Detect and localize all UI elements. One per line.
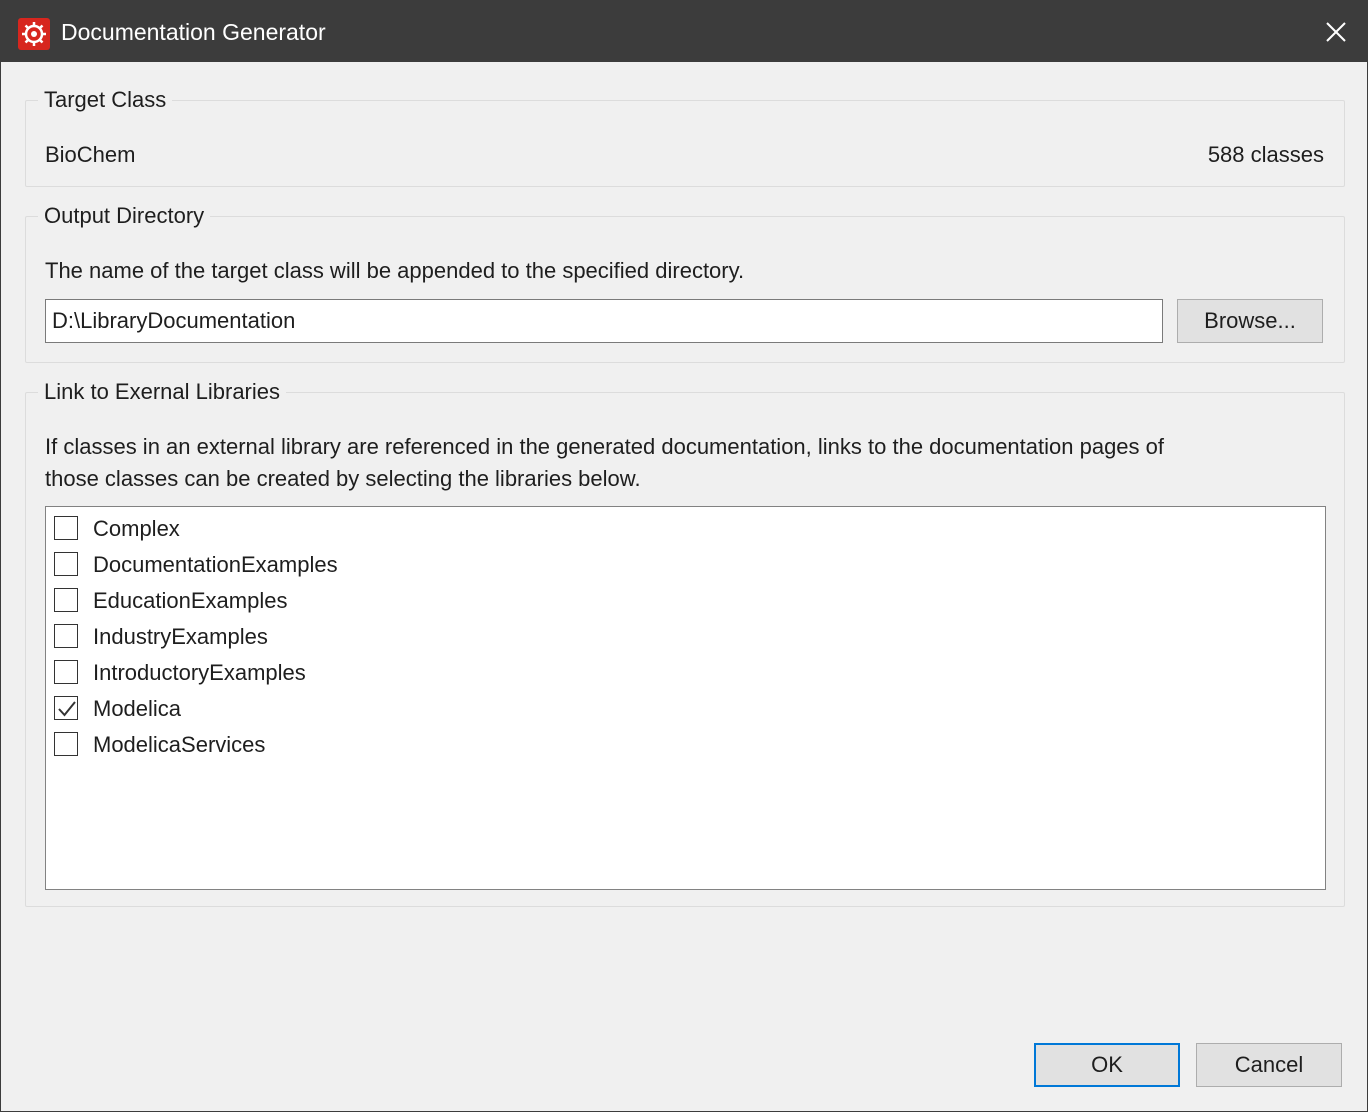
external-libraries-description-line2: those classes can be created by selectin… [45,466,641,491]
list-item-label: EducationExamples [93,588,288,613]
checkbox[interactable] [54,624,78,648]
target-class-name: BioChem [45,142,136,167]
checkbox[interactable] [54,660,78,684]
close-button[interactable] [1317,13,1355,51]
external-libraries-group: Link to Exernal Libraries If classes in … [25,378,1345,907]
target-class-group: Target Class BioChem 588 classes [25,86,1345,187]
modelica-app-icon [18,18,50,50]
output-directory-legend: Output Directory [38,202,211,230]
browse-button[interactable]: Browse... [1177,299,1323,343]
list-item-label: IndustryExamples [93,624,268,649]
output-directory-input[interactable] [45,299,1163,343]
cancel-button[interactable]: Cancel [1196,1043,1342,1087]
target-class-legend: Target Class [38,86,173,114]
external-libraries-legend: Link to Exernal Libraries [38,378,287,406]
checkbox[interactable] [54,588,78,612]
title-bar: Documentation Generator [1,1,1367,62]
checkbox[interactable] [54,696,78,720]
list-item-label: Complex [93,516,180,541]
list-item-label: DocumentationExamples [93,552,338,577]
checkbox[interactable] [54,732,78,756]
class-count: 588 classes [1207,142,1324,167]
documentation-generator-dialog: Documentation Generator Target Class Bio… [0,0,1368,1112]
external-libraries-description-line1: If classes in an external library are re… [45,434,1165,459]
checkmark-icon [58,701,76,717]
list-item-label: IntroductoryExamples [93,660,306,685]
list-item-label: ModelicaServices [93,732,266,757]
output-directory-description: The name of the target class will be app… [45,258,745,283]
checkbox[interactable] [54,516,78,540]
close-icon [1326,22,1346,42]
output-directory-group: Output Directory The name of the target … [25,202,1345,363]
checkbox[interactable] [54,552,78,576]
list-item-label: Modelica [93,696,182,721]
window-title: Documentation Generator [61,19,326,45]
external-libraries-list[interactable]: Complex DocumentationExamples EducationE… [45,506,1326,890]
ok-button[interactable]: OK [1034,1043,1180,1087]
